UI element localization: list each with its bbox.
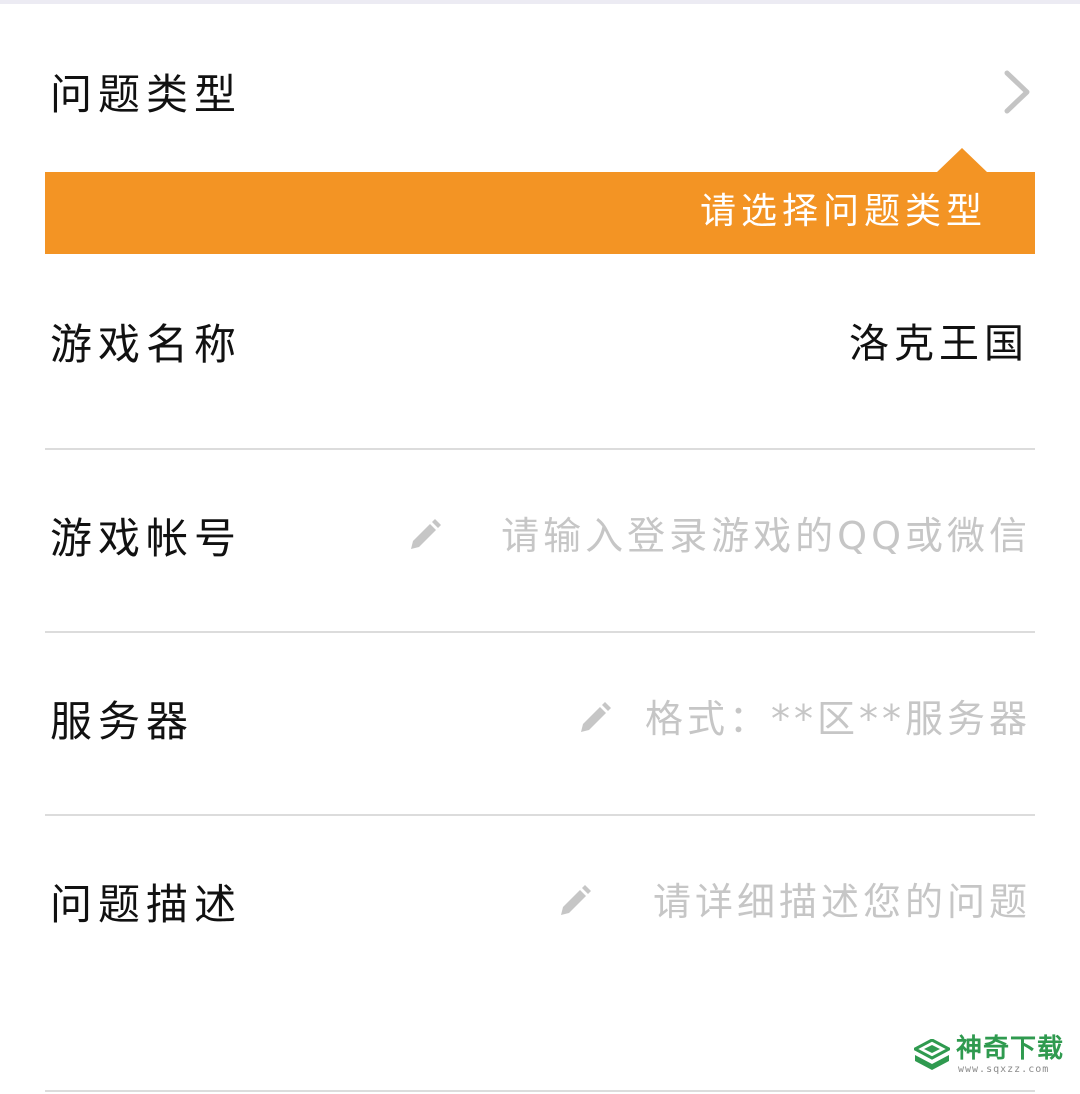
game-name-label: 游戏名称 <box>50 320 243 369</box>
server-label: 服务器 <box>50 697 195 746</box>
pencil-icon <box>561 885 591 915</box>
game-account-input[interactable] <box>461 514 1031 558</box>
server-input-wrap[interactable] <box>577 697 1031 741</box>
game-account-input-wrap[interactable] <box>407 514 1031 558</box>
server-row[interactable]: 服务器 <box>45 633 1035 815</box>
chevron-right-icon[interactable] <box>1002 70 1032 114</box>
tooltip-text: 请选择问题类型 <box>699 191 987 232</box>
game-account-row[interactable]: 游戏帐号 <box>45 450 1035 632</box>
tooltip-pointer <box>936 148 988 173</box>
watermark-name: 神奇下载 <box>956 1034 1065 1064</box>
watermark: 神奇下载 www.sqxzz.com <box>914 1036 1064 1080</box>
description-input[interactable] <box>611 880 1031 924</box>
pencil-icon <box>581 702 611 732</box>
game-account-label: 游戏帐号 <box>50 514 243 563</box>
description-row[interactable]: 问题描述 <box>45 816 1035 1092</box>
game-name-row: 游戏名称 洛克王国 <box>45 256 1035 448</box>
problem-type-label: 问题类型 <box>50 70 243 119</box>
watermark-url: www.sqxzz.com <box>958 1064 1050 1075</box>
divider <box>45 1090 1035 1092</box>
logo-icon <box>914 1039 950 1070</box>
problem-type-row[interactable]: 问题类型 <box>45 4 1035 172</box>
game-name-value: 洛克王国 <box>849 321 1029 367</box>
pencil-icon <box>411 519 441 549</box>
description-label: 问题描述 <box>50 880 243 929</box>
problem-type-tooltip: 请选择问题类型 <box>45 172 1035 254</box>
description-input-wrap[interactable] <box>557 880 1031 924</box>
server-input[interactable] <box>631 697 1031 741</box>
